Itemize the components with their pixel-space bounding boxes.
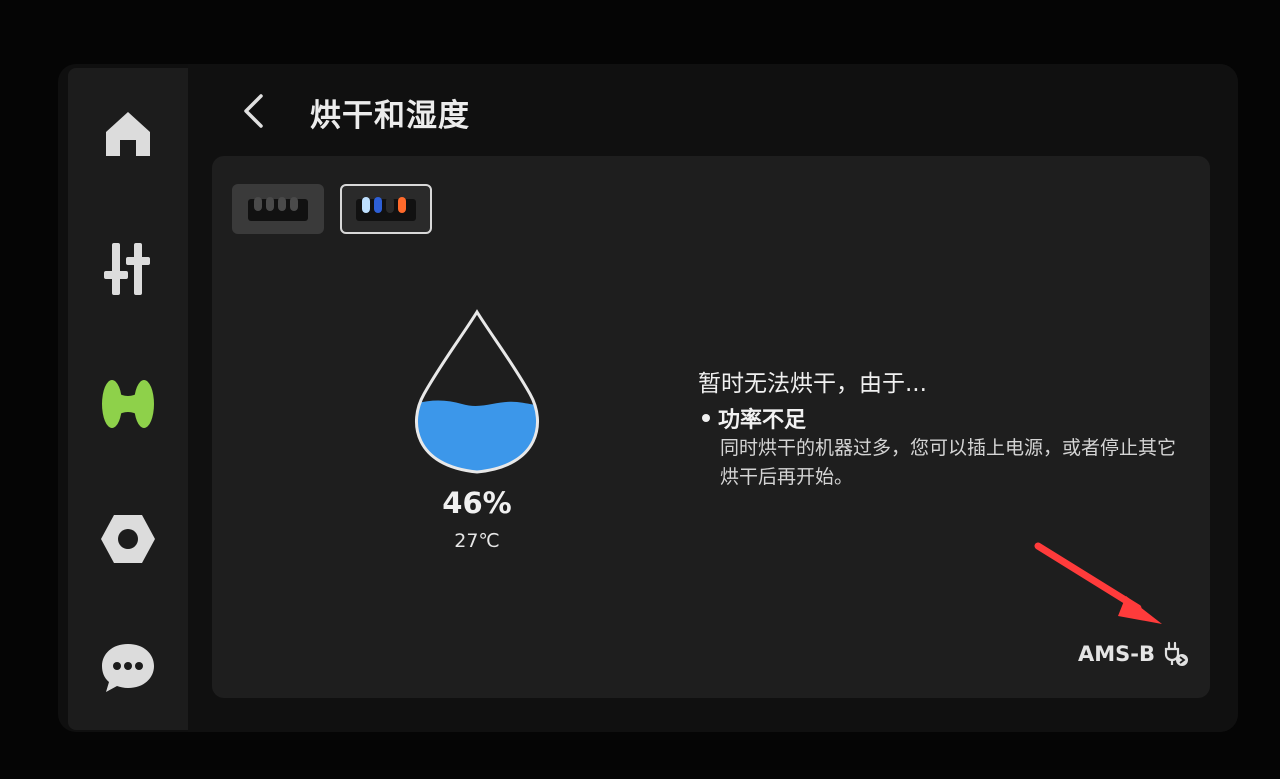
temperature-value: 27℃ [454, 530, 500, 552]
main-panel: 烘干和湿度 46% 27℃ 暂时无法烘干，由于... 功率不足 同时烘干的机器过… [188, 64, 1238, 732]
bullet-dot [702, 414, 710, 422]
sidebar-item-messages[interactable] [84, 624, 172, 712]
status-title: 暂时无法烘干，由于... [698, 371, 927, 397]
humidity-value: 46% [442, 486, 512, 520]
ams-unit-icon [356, 197, 416, 221]
plug-icon [1164, 641, 1188, 666]
hex-nut-icon [101, 515, 155, 563]
slot-1 [374, 197, 382, 213]
sidebar-item-filament[interactable] [84, 360, 172, 448]
reason-title: 功率不足 [718, 408, 807, 433]
device-screen: 烘干和湿度 46% 27℃ 暂时无法烘干，由于... 功率不足 同时烘干的机器过… [58, 64, 1238, 732]
ams-tab-b[interactable] [340, 184, 432, 234]
ams-tab-a[interactable] [232, 184, 324, 234]
chevron-left-icon [244, 94, 263, 128]
home-icon [106, 112, 150, 156]
spool-icon [102, 380, 154, 428]
slot-3 [398, 197, 406, 213]
slot-2 [386, 197, 394, 213]
sidebar-item-controls[interactable] [84, 225, 172, 313]
sidebar-item-home[interactable] [84, 90, 172, 178]
sliders-icon [104, 243, 150, 295]
water-drop-icon [415, 309, 539, 474]
back-button[interactable] [228, 86, 278, 136]
red-arrow-annotation [1034, 542, 1162, 624]
ams-unit-label: AMS-B [1078, 642, 1155, 666]
slot-0 [362, 197, 370, 213]
ams-unit-icon [248, 197, 308, 221]
sidebar [68, 68, 188, 730]
reason-description: 同时烘干的机器过多，您可以插上电源，或者停止其它烘干后再开始。 [720, 437, 1177, 488]
sidebar-item-settings[interactable] [84, 495, 172, 583]
chat-bubble-icon [102, 644, 154, 692]
reason-row: 功率不足 [702, 402, 806, 434]
humidity-drop [402, 306, 552, 486]
page-title: 烘干和湿度 [310, 98, 470, 134]
